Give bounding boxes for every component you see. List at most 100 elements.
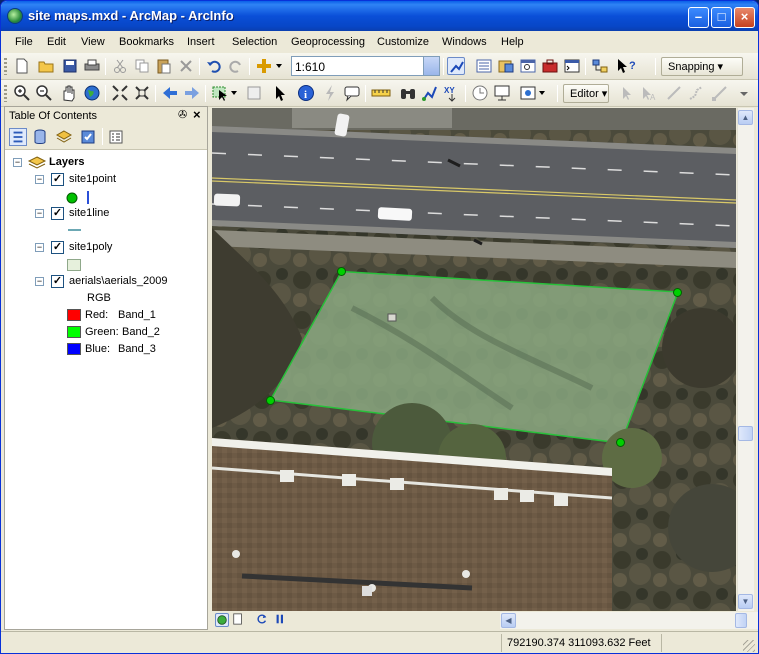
new-document-icon[interactable]: [13, 57, 31, 75]
straight-segment-icon[interactable]: [665, 84, 683, 102]
snapping-menu-button[interactable]: Snapping ▾: [661, 57, 743, 76]
scroll-left-icon[interactable]: ◀: [501, 613, 516, 628]
viewer-dropdown-icon[interactable]: [519, 84, 547, 102]
layer-name-aerials[interactable]: aerials\aerials_2009: [69, 275, 167, 287]
copy-icon[interactable]: [133, 57, 151, 75]
open-folder-icon[interactable]: [37, 57, 55, 75]
undo-icon[interactable]: [205, 57, 223, 75]
table-of-contents-icon[interactable]: [475, 57, 493, 75]
hyperlink-lightning-icon[interactable]: [321, 84, 339, 102]
close-icon[interactable]: ×: [193, 107, 201, 122]
collapse-site1point-toggle[interactable]: −: [35, 175, 44, 184]
list-by-visibility-icon[interactable]: [55, 128, 73, 146]
select-features-icon[interactable]: [211, 84, 239, 102]
find-route-icon[interactable]: [421, 84, 439, 102]
site-point-vertex[interactable]: [266, 396, 275, 405]
edit-vertices-icon[interactable]: [711, 84, 729, 102]
redo-icon[interactable]: [227, 57, 245, 75]
collapse-site1line-toggle[interactable]: −: [35, 209, 44, 218]
menu-selection[interactable]: Selection: [232, 36, 277, 48]
menu-windows[interactable]: Windows: [442, 36, 487, 48]
python-window-icon[interactable]: [563, 57, 581, 75]
refresh-icon[interactable]: [256, 613, 270, 627]
data-view-icon[interactable]: [215, 613, 229, 627]
menu-geoprocessing[interactable]: Geoprocessing: [291, 36, 365, 48]
layer-name-site1line[interactable]: site1line: [69, 207, 109, 219]
create-viewer-icon[interactable]: [493, 84, 511, 102]
paste-icon[interactable]: [155, 57, 173, 75]
map-vertical-scrollbar[interactable]: ▲ ▼: [737, 108, 754, 611]
resize-grip[interactable]: [743, 640, 755, 652]
measure-icon[interactable]: [371, 84, 391, 102]
list-by-selection-icon[interactable]: [79, 128, 97, 146]
site-point-vertex[interactable]: [673, 288, 682, 297]
pause-drawing-icon[interactable]: [274, 613, 288, 627]
pan-hand-icon[interactable]: [59, 84, 77, 102]
fixed-zoom-out-icon[interactable]: [133, 84, 151, 102]
site-point-vertex[interactable]: [337, 267, 346, 276]
catalog-icon[interactable]: [497, 57, 515, 75]
collapse-site1poly-toggle[interactable]: −: [35, 243, 44, 252]
arctoolbox-icon[interactable]: [541, 57, 559, 75]
site1poly-visibility-checkbox[interactable]: ✓: [51, 241, 64, 254]
menu-bookmarks[interactable]: Bookmarks: [119, 36, 174, 48]
html-popup-icon[interactable]: [343, 84, 361, 102]
layout-view-icon[interactable]: [232, 613, 246, 627]
delete-icon[interactable]: [177, 57, 195, 75]
find-binoculars-icon[interactable]: [399, 84, 417, 102]
scroll-up-icon[interactable]: ▲: [738, 110, 753, 125]
list-by-source-icon[interactable]: [31, 128, 49, 146]
time-slider-icon[interactable]: [471, 84, 489, 102]
aerials-visibility-checkbox[interactable]: ✓: [51, 275, 64, 288]
menu-file[interactable]: File: [15, 36, 33, 48]
zoom-out-icon[interactable]: [35, 84, 53, 102]
cut-icon[interactable]: [111, 57, 129, 75]
menu-insert[interactable]: Insert: [187, 36, 215, 48]
identify-icon[interactable]: i: [297, 84, 315, 102]
clear-selection-icon[interactable]: [245, 84, 263, 102]
scroll-down-icon[interactable]: ▼: [738, 594, 753, 609]
whats-this-icon[interactable]: ?: [615, 57, 639, 75]
menu-help[interactable]: Help: [501, 36, 524, 48]
full-extent-globe-icon[interactable]: [83, 84, 101, 102]
pin-icon[interactable]: ✇: [178, 108, 187, 121]
maximize-button[interactable]: □: [711, 7, 732, 28]
menu-view[interactable]: View: [81, 36, 105, 48]
collapse-aerials-toggle[interactable]: −: [35, 277, 44, 286]
title-bar[interactable]: site maps.mxd - ArcMap - ArcInfo – □ ×: [1, 1, 758, 31]
site-point-vertex[interactable]: [616, 438, 625, 447]
select-elements-arrow-icon[interactable]: [271, 84, 289, 102]
zoom-in-icon[interactable]: [13, 84, 31, 102]
chevron-down-icon[interactable]: [423, 57, 439, 75]
map-scale-combobox[interactable]: 1:610: [291, 56, 440, 76]
layers-dataframe-label[interactable]: Layers: [49, 156, 84, 168]
more-tools-icon[interactable]: [735, 84, 753, 102]
collapse-layers-toggle[interactable]: −: [13, 158, 22, 167]
toolbar-grip[interactable]: [4, 58, 7, 75]
menu-customize[interactable]: Customize: [377, 36, 429, 48]
back-extent-icon[interactable]: [161, 84, 179, 102]
edit-tool-icon[interactable]: [617, 84, 635, 102]
go-to-xy-icon[interactable]: XY: [443, 84, 461, 102]
map-horizontal-scrollbar[interactable]: ◀ ▶: [500, 612, 758, 629]
layer-name-site1point[interactable]: site1point: [69, 173, 116, 185]
site1line-visibility-checkbox[interactable]: ✓: [51, 207, 64, 220]
print-icon[interactable]: [83, 57, 101, 75]
trace-icon[interactable]: [687, 84, 705, 102]
forward-extent-icon[interactable]: [183, 84, 201, 102]
modelbuilder-icon[interactable]: [591, 57, 609, 75]
close-button[interactable]: ×: [734, 7, 755, 28]
map-display[interactable]: [212, 108, 736, 611]
editor-menu-button[interactable]: Editor ▾: [563, 84, 609, 103]
menu-edit[interactable]: Edit: [47, 36, 66, 48]
toc-options-icon[interactable]: [107, 128, 125, 146]
editor-toolbar-icon[interactable]: [447, 57, 465, 75]
minimize-button[interactable]: –: [688, 7, 709, 28]
toolbar-grip[interactable]: [4, 85, 7, 102]
vertical-scroll-thumb[interactable]: [738, 426, 753, 441]
edit-annotation-icon[interactable]: A: [639, 84, 657, 102]
horizontal-scroll-thumb[interactable]: [735, 613, 747, 628]
fixed-zoom-in-icon[interactable]: [111, 84, 129, 102]
search-window-icon[interactable]: [519, 57, 537, 75]
list-by-drawing-order-icon[interactable]: [9, 128, 27, 146]
